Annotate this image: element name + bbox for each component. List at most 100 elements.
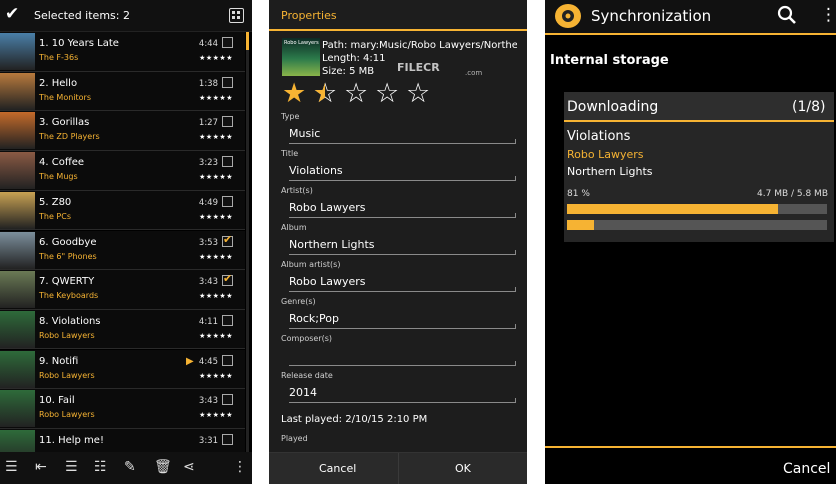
- rating-star[interactable]: ☆: [344, 80, 368, 107]
- rating-star[interactable]: ★: [282, 80, 306, 107]
- track-rating: ★★★★★: [199, 292, 233, 301]
- track-row[interactable]: 10. Fail Robo Lawyers 3:43 ★★★★★: [0, 389, 245, 429]
- field-input[interactable]: Robo Lawyers: [289, 274, 516, 292]
- track-row[interactable]: 3. Gorillas The ZD Players 1:27 ★★★★★: [0, 111, 245, 151]
- download-card: Downloading (1/8) Violations Robo Lawyer…: [564, 92, 834, 242]
- track-row[interactable]: 5. Z80 The PCs 4:49 ★★★★★: [0, 190, 245, 231]
- track-title: 2. Hello: [39, 77, 78, 89]
- properties-title: Properties: [281, 9, 337, 22]
- track-checkbox[interactable]: [222, 233, 233, 247]
- field-label: Album: [281, 223, 307, 232]
- field-label: Type: [281, 112, 300, 121]
- rating-star[interactable]: ☆: [375, 80, 399, 107]
- cancel-button[interactable]: Cancel: [783, 461, 830, 477]
- track-title: 3. Gorillas: [39, 117, 90, 129]
- track-row[interactable]: 9. Notifi Robo Lawyers 4:45 ★★★★★ ▶: [0, 349, 245, 390]
- track-row[interactable]: 7. QWERTY The Keyboards 3:43 ★★★★★: [0, 270, 245, 310]
- track-checkbox[interactable]: [222, 195, 233, 207]
- list-icon[interactable]: ☷: [94, 458, 107, 476]
- played-label: Played: [281, 434, 308, 443]
- confirm-selection-icon[interactable]: ✔: [5, 4, 19, 24]
- cancel-button[interactable]: Cancel: [319, 462, 356, 475]
- path-text: Path: mary:Music/Robo Lawyers/Northern: [322, 40, 517, 51]
- track-checkbox[interactable]: [222, 156, 233, 168]
- queue-add-icon[interactable]: ☰: [65, 458, 78, 476]
- track-row[interactable]: 6. Goodbye The 6" Phones 3:53 ★★★★★: [0, 230, 245, 270]
- field-input[interactable]: Violations: [289, 163, 516, 181]
- select-all-icon[interactable]: [229, 8, 244, 23]
- track-title: 7. QWERTY: [39, 276, 95, 288]
- track-artist: The PCs: [39, 211, 71, 221]
- track-thumbnail: [0, 390, 35, 428]
- track-title: 10. Fail: [39, 395, 75, 407]
- button-divider: [398, 453, 399, 484]
- track-title: 11. Help me!: [39, 435, 104, 446]
- track-rating: ★★★★★: [199, 371, 233, 380]
- queue-next-icon[interactable]: ☰: [5, 458, 18, 476]
- track-rating: ★★★★★: [199, 133, 233, 142]
- track-checkbox[interactable]: [222, 272, 233, 287]
- track-title: 6. Goodbye: [39, 236, 97, 248]
- track-row[interactable]: 2. Hello The Monitors 1:38 ★★★★★: [0, 71, 245, 112]
- action-toolbar: ☰ ⇤ ☰ ☷ ✎ 🗑 ⋖ ⋮: [0, 452, 252, 484]
- track-checkbox[interactable]: [222, 394, 233, 406]
- app-logo-icon: [555, 4, 581, 28]
- field-label: Composer(s): [281, 334, 333, 343]
- song-list-screen: ✔ Selected items: 2 1. 10 Years Late The …: [0, 0, 252, 484]
- track-duration: 4:44: [198, 39, 218, 49]
- size-text: 4.7 MB / 5.8 MB: [757, 189, 828, 199]
- track-thumbnail: [0, 350, 35, 388]
- field-input[interactable]: [289, 348, 516, 366]
- field-input[interactable]: Rock;Pop: [289, 311, 516, 329]
- section-title: Internal storage: [550, 53, 669, 68]
- search-icon[interactable]: [777, 5, 797, 25]
- field-label: Title: [281, 149, 299, 158]
- track-checkbox[interactable]: [222, 314, 233, 326]
- track-duration: 4:45: [198, 356, 218, 367]
- track-checkbox[interactable]: [222, 76, 233, 88]
- selection-count: Selected items: 2: [34, 9, 130, 22]
- field-input[interactable]: 2014: [289, 385, 516, 403]
- track-title: Violations: [567, 129, 631, 144]
- overall-progress-bar: [567, 220, 827, 230]
- track-album: Northern Lights: [567, 165, 653, 178]
- track-artist: Robo Lawyers: [567, 148, 644, 161]
- track-checkbox[interactable]: [222, 37, 233, 48]
- rating-star[interactable]: ☆★: [313, 80, 337, 107]
- field-input[interactable]: Music: [289, 126, 516, 144]
- selection-header: ✔ Selected items: 2: [0, 0, 252, 32]
- track-artist: The Keyboards: [39, 291, 99, 301]
- track-row[interactable]: 1. 10 Years Late The F-36s 4:44 ★★★★★: [0, 32, 245, 72]
- field-label: Artist(s): [281, 186, 313, 195]
- track-row[interactable]: 4. Coffee The Mugs 3:23 ★★★★★: [0, 151, 245, 191]
- edit-icon[interactable]: ✎: [124, 458, 136, 476]
- scrollbar[interactable]: [246, 32, 249, 452]
- field-input[interactable]: Robo Lawyers: [289, 200, 516, 218]
- track-rating: ★★★★★: [199, 54, 233, 62]
- track-artist: The Monitors: [39, 92, 91, 102]
- watermark-text: FILECR: [397, 61, 440, 74]
- track-artist: The F-36s: [39, 53, 79, 62]
- track-artist: Robo Lawyers: [39, 370, 95, 380]
- track-row[interactable]: 8. Violations Robo Lawyers 4:11 ★★★★★: [0, 309, 245, 350]
- track-checkbox[interactable]: [222, 116, 233, 128]
- track-checkbox[interactable]: [222, 434, 233, 445]
- share-icon[interactable]: ⋖: [183, 458, 195, 476]
- field-input[interactable]: Northern Lights: [289, 237, 516, 255]
- track-duration: 1:27: [198, 118, 218, 129]
- track-rating: ★★★★★: [199, 252, 233, 261]
- ok-button[interactable]: OK: [455, 462, 471, 475]
- delete-icon[interactable]: 🗑: [154, 458, 172, 476]
- overall-progress-fill: [567, 220, 595, 230]
- more-vert-icon[interactable]: ⋮: [820, 5, 836, 25]
- track-thumbnail: [0, 271, 35, 309]
- download-count: (1/8): [792, 99, 826, 115]
- queue-last-icon[interactable]: ⇤: [35, 458, 47, 476]
- last-played-text: Last played: 2/10/15 2:10 PM: [281, 414, 428, 425]
- more-vert-icon[interactable]: ⋮: [233, 458, 247, 476]
- sync-screen: Synchronization ⋮ Internal storage Downl…: [545, 0, 836, 484]
- properties-dialog: Properties Robo Lawyers Path: mary:Music…: [269, 0, 527, 484]
- rating-star[interactable]: ☆: [406, 80, 430, 107]
- track-duration: 3:43: [198, 277, 218, 288]
- track-checkbox[interactable]: [222, 354, 233, 366]
